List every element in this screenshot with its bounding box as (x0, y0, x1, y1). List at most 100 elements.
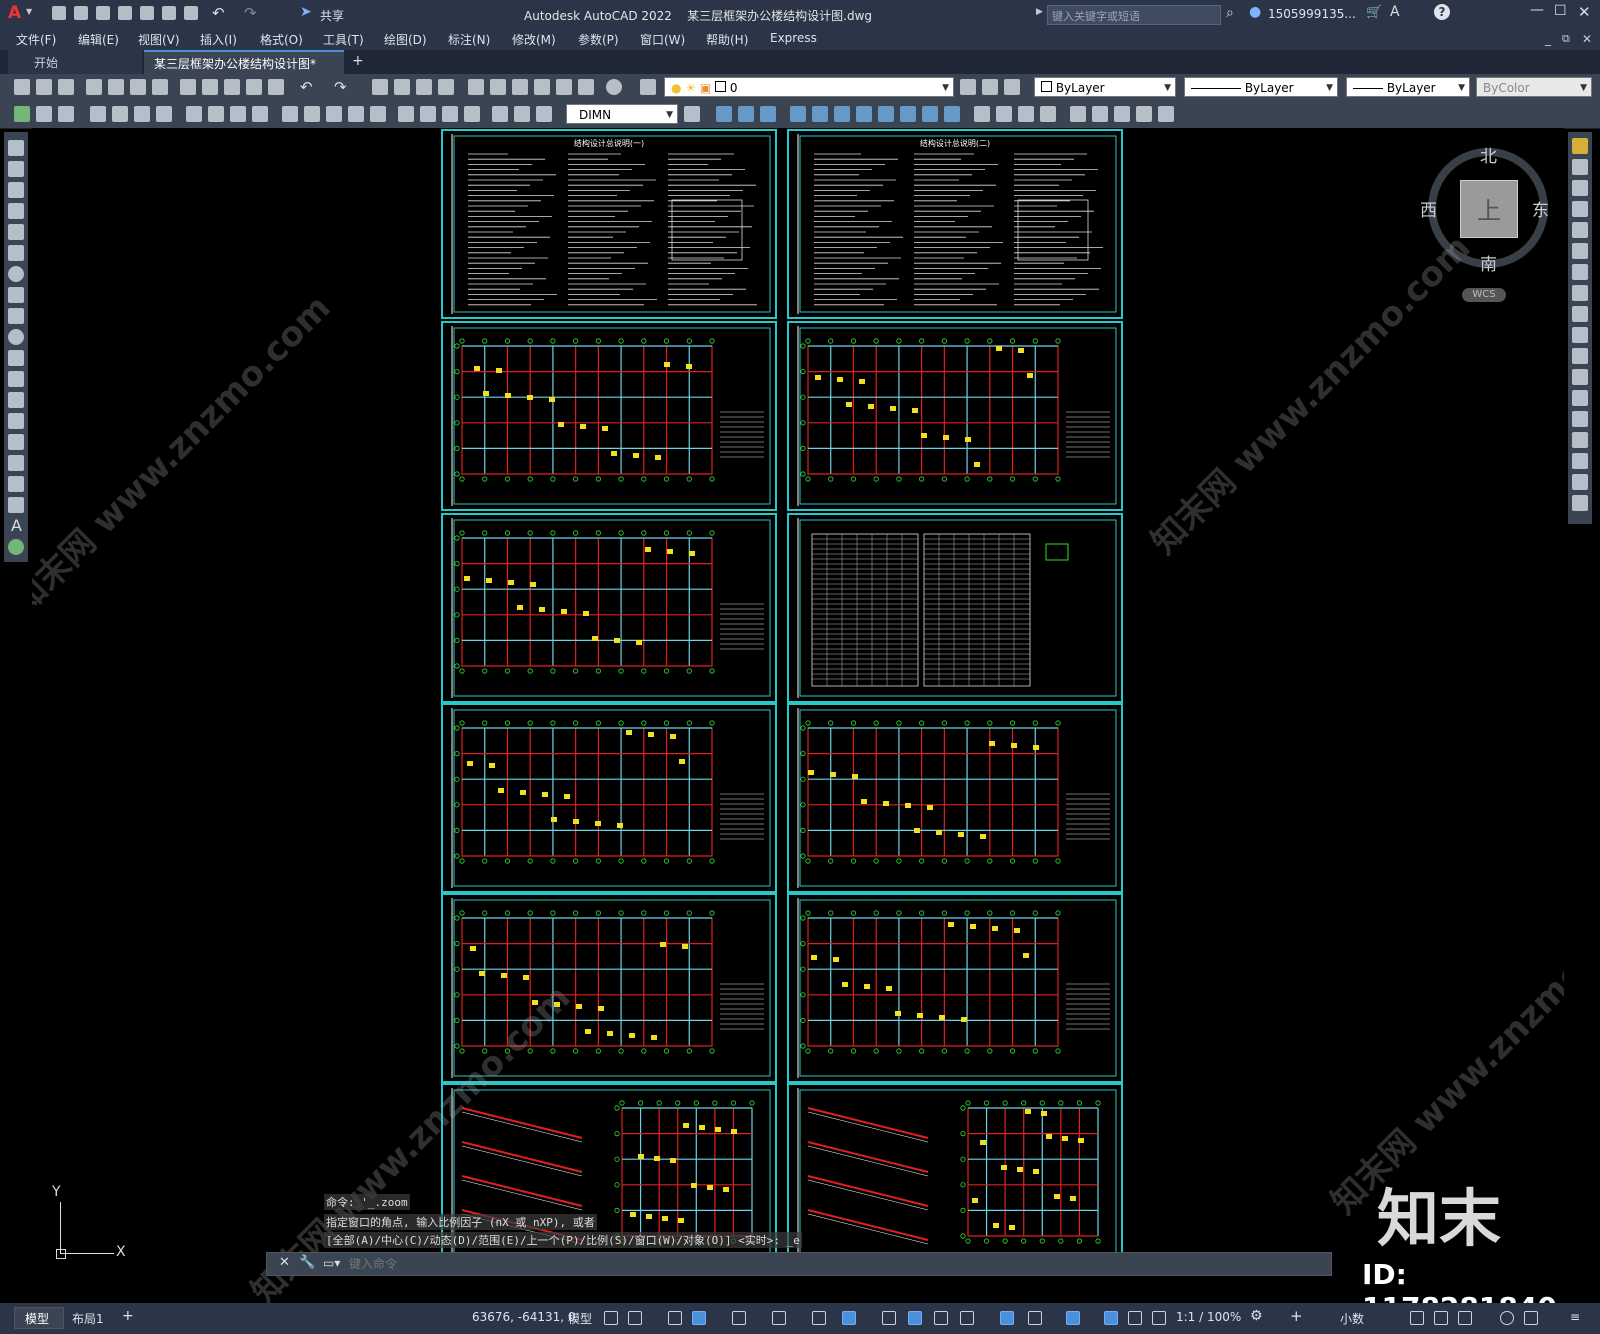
wcs-menu[interactable]: WCS (1462, 288, 1506, 302)
object-snap-icon[interactable] (842, 1311, 856, 1325)
menu-help[interactable]: 帮助(H) (706, 31, 748, 48)
search-input[interactable]: 键入关键字或短语 (1047, 5, 1221, 25)
modify-tool-17-icon[interactable] (1092, 106, 1108, 122)
modify-tool-3-icon[interactable] (760, 106, 776, 122)
dimstyle-dropdown[interactable]: DIMN ▼ (566, 104, 678, 124)
transparency-icon[interactable] (908, 1311, 922, 1325)
model-space-toggle[interactable]: 模型 (568, 1310, 592, 1327)
infer-constraints-icon[interactable] (668, 1311, 682, 1325)
open-icon[interactable] (36, 79, 52, 95)
color-dropdown[interactable]: ByLayer ▼ (1034, 77, 1176, 97)
redo-icon[interactable]: ↷ (244, 4, 257, 22)
quick-properties-icon[interactable] (1410, 1311, 1424, 1325)
zoom-window-icon[interactable] (416, 79, 432, 95)
modify-tool-1-icon[interactable] (716, 106, 732, 122)
3d-osnap-icon[interactable] (960, 1311, 974, 1325)
menu-tools[interactable]: 工具(T) (323, 31, 364, 48)
share-icon[interactable]: ➤ (300, 4, 312, 20)
ellipse-arc-icon[interactable] (8, 350, 24, 366)
dim-break-icon[interactable] (370, 106, 386, 122)
mirror-icon[interactable] (1572, 180, 1588, 196)
tool-palettes-icon[interactable] (512, 79, 528, 95)
line-icon[interactable] (8, 140, 24, 156)
snap-icon[interactable] (628, 1311, 642, 1325)
move-icon[interactable] (1572, 243, 1588, 259)
viewcube-top-face[interactable]: 上 (1460, 180, 1518, 238)
dim-radius-icon[interactable] (186, 106, 202, 122)
join-icon[interactable] (1572, 411, 1588, 427)
copy-icon[interactable] (202, 79, 218, 95)
dim-diameter-icon[interactable] (230, 106, 246, 122)
menu-draw[interactable]: 绘图(D) (384, 31, 427, 48)
selection-cycling-icon[interactable] (934, 1311, 948, 1325)
save-as-icon[interactable] (118, 6, 132, 20)
trim-icon[interactable] (1572, 327, 1588, 343)
preview-icon[interactable] (108, 79, 124, 95)
workspace-gear-icon[interactable]: ⚙ (1250, 1308, 1263, 1324)
command-input[interactable] (347, 1255, 1311, 1273)
layer-iso-icon[interactable] (14, 106, 30, 122)
dim-edit-icon[interactable] (492, 106, 508, 122)
inspection-icon[interactable] (442, 106, 458, 122)
menu-dimension[interactable]: 标注(N) (448, 31, 490, 48)
isodraft-icon[interactable] (772, 1311, 786, 1325)
point-icon[interactable] (8, 413, 24, 429)
command-customize-icon[interactable]: 🔧 (299, 1255, 315, 1270)
annotation-scale-value[interactable]: 1:1 / 100% (1176, 1310, 1241, 1324)
region-icon[interactable] (8, 476, 24, 492)
doc-restore-icon[interactable]: ⧉ (1562, 32, 1570, 46)
insert-block-icon[interactable] (8, 371, 24, 387)
tab-drawing[interactable]: 某三层框架办公楼结构设计图* (144, 50, 344, 74)
block-editor-icon[interactable] (268, 79, 284, 95)
annotation-scale-icon[interactable] (1152, 1311, 1166, 1325)
paste-icon[interactable] (224, 79, 240, 95)
open-file-icon[interactable] (74, 6, 88, 20)
blend-icon[interactable] (1572, 474, 1588, 490)
plot-icon[interactable] (184, 6, 198, 20)
modify-tool-5-icon[interactable] (812, 106, 828, 122)
modify-tool-6-icon[interactable] (834, 106, 850, 122)
compass-north[interactable]: 北 (1480, 142, 1497, 167)
redo-toolbar-icon[interactable]: ↷ (334, 78, 347, 96)
modify-tool-20-icon[interactable] (1158, 106, 1174, 122)
rotate-icon[interactable] (1572, 264, 1588, 280)
app-menu-chevron-icon[interactable]: ▼ (26, 7, 32, 16)
share-button[interactable]: 共享 (320, 7, 344, 24)
dim-space-icon[interactable] (348, 106, 364, 122)
menu-express[interactable]: Express (770, 31, 817, 45)
dim-aligned-icon[interactable] (112, 106, 128, 122)
dim-ordinate-icon[interactable] (156, 106, 172, 122)
lock-ui-icon[interactable] (1434, 1311, 1448, 1325)
polygon-icon[interactable] (8, 203, 24, 219)
menu-file[interactable]: 文件(F) (16, 31, 56, 48)
zoom-realtime-icon[interactable] (394, 79, 410, 95)
spline-icon[interactable] (8, 308, 24, 324)
menu-window[interactable]: 窗口(W) (640, 31, 685, 48)
add-layout-button[interactable]: + (122, 1308, 134, 1324)
menu-insert[interactable]: 插入(I) (200, 31, 237, 48)
break-icon[interactable] (1572, 390, 1588, 406)
fillet-icon[interactable] (1572, 453, 1588, 469)
help-button[interactable]: ? (1434, 4, 1450, 20)
hatch-icon[interactable] (8, 434, 24, 450)
web-open-icon[interactable] (140, 6, 154, 20)
design-center-icon[interactable] (490, 79, 506, 95)
modify-tool-15-icon[interactable] (1040, 106, 1056, 122)
new-tab-button[interactable]: + (352, 53, 364, 69)
help-toolbar-icon[interactable] (606, 79, 622, 95)
rectangle-icon[interactable] (8, 224, 24, 240)
tab-layout1[interactable]: 布局1 (72, 1310, 104, 1327)
layer-walk-icon[interactable] (36, 106, 52, 122)
modify-tool-12-icon[interactable] (974, 106, 990, 122)
gradient-icon[interactable] (8, 455, 24, 471)
dim-arc-icon[interactable] (134, 106, 150, 122)
modify-tool-11-icon[interactable] (944, 106, 960, 122)
quick-dim-icon[interactable] (282, 106, 298, 122)
plotstyle-dropdown[interactable]: ByColor ▼ (1476, 77, 1592, 97)
annotation-visibility-icon[interactable] (1104, 1311, 1118, 1325)
doc-close-icon[interactable]: ✕ (1582, 32, 1592, 46)
isolate-objects-icon[interactable] (1458, 1311, 1472, 1325)
search-icon[interactable]: ⌕ (1226, 5, 1234, 21)
ellipse-icon[interactable] (8, 329, 24, 345)
modify-tool-16-icon[interactable] (1070, 106, 1086, 122)
